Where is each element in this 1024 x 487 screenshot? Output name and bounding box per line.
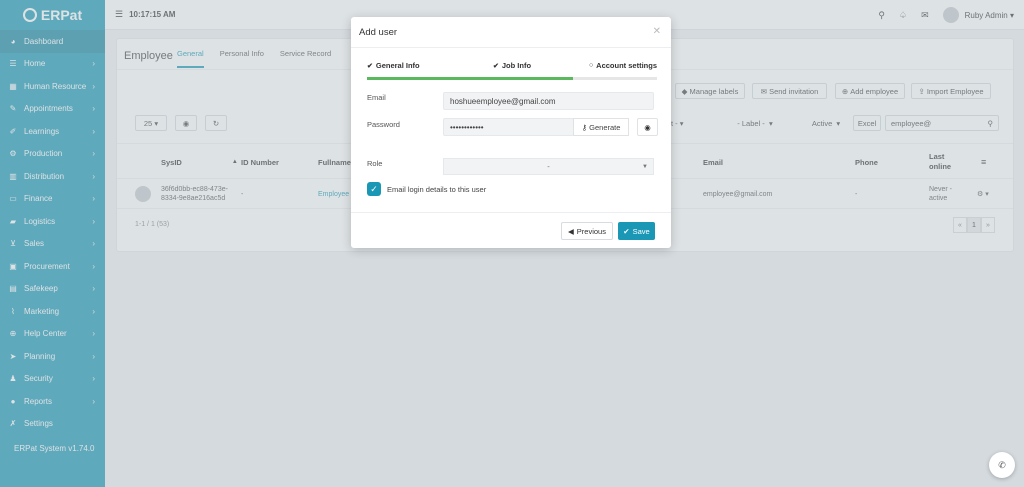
modal-footer-divider	[351, 212, 671, 213]
checkmark-icon: ✓	[370, 183, 378, 194]
email-login-label: Email login details to this user	[387, 185, 487, 194]
progress-fill	[367, 77, 573, 80]
email-login-checkbox[interactable]: ✓	[367, 182, 381, 196]
caret-down-icon: ▼	[642, 163, 648, 170]
password-field[interactable]: ••••••••••••	[443, 118, 574, 136]
circle-icon: ○	[588, 62, 594, 69]
step-account-settings[interactable]: ○ Account settings	[560, 61, 657, 70]
role-select[interactable]: - ▼	[443, 158, 654, 175]
role-label: Role	[367, 159, 383, 168]
close-icon[interactable]: ✕	[653, 26, 661, 37]
modal-header: Add user ✕	[351, 17, 671, 48]
generate-password-button[interactable]: ⚷ Generate	[573, 118, 629, 136]
wizard-progress-bar	[367, 77, 657, 80]
key-icon: ⚷	[581, 122, 590, 132]
check-circle-icon: ✔	[492, 62, 499, 70]
eye-icon: ◉	[644, 122, 651, 132]
email-label: Email	[367, 93, 386, 102]
step-job-info[interactable]: ✔ Job Info	[464, 61, 561, 70]
check-circle-icon: ✔	[623, 226, 630, 236]
save-button[interactable]: ✔ Save	[618, 222, 655, 240]
password-label: Password	[367, 120, 400, 129]
chat-bubble-icon[interactable]: ✆	[989, 452, 1015, 478]
check-circle-icon: ✔	[367, 62, 373, 70]
step-general-info[interactable]: ✔ General Info	[367, 61, 464, 70]
previous-button[interactable]: ◀ Previous	[561, 222, 613, 240]
wizard-steps: ✔ General Info ✔ Job Info ○ Account setting…	[367, 61, 657, 70]
show-password-button[interactable]: ◉	[637, 118, 658, 136]
add-user-modal: Add user ✕ ✔ General Info ✔ Job Info ○ Acco…	[351, 17, 671, 248]
modal-title: Add user	[359, 26, 398, 38]
arrow-left-circle-icon: ◀	[568, 226, 574, 236]
email-field[interactable]: hoshueemployee@gmail.com	[443, 92, 654, 110]
